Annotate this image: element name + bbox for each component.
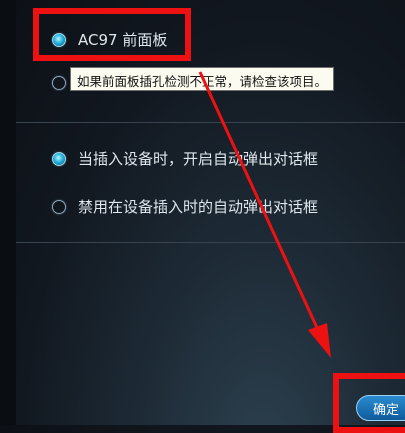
arrow-head [308, 323, 331, 358]
arrow-shaft [198, 71, 320, 331]
red-arrow [198, 71, 331, 358]
